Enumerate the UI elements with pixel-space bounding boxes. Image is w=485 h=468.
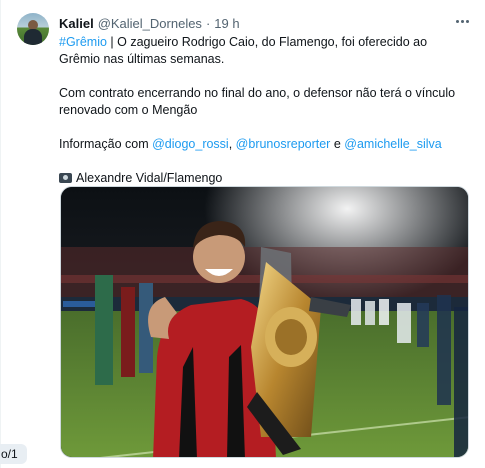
stadium-trophy-photo (61, 187, 468, 457)
side-page-indicator: o/1 (0, 444, 27, 464)
author-avatar[interactable] (17, 13, 49, 45)
camera-icon (59, 173, 72, 183)
tweet-paragraph-3: Informação com @diogo_rossi, @brunosrepo… (59, 136, 471, 153)
paragraph-3-comma: , (228, 137, 236, 151)
photo-credit-line: Alexandre Vidal/Flamengo (59, 170, 471, 187)
mention-amichelle-silva[interactable]: @amichelle_silva (344, 137, 441, 151)
tweet-paragraph-2: Com contrato encerrando no final do ano,… (59, 86, 456, 117)
tweet-card[interactable]: Kaliel @Kaliel_Dorneles · 19 h #Grêmio |… (0, 0, 485, 468)
paragraph-3-and: e (330, 137, 345, 151)
tweet-photo[interactable] (60, 186, 469, 458)
header-separator: · (205, 15, 211, 31)
author-handle[interactable]: @Kaliel_Dorneles (98, 16, 202, 31)
photo-credit: Alexandre Vidal/Flamengo (76, 171, 223, 185)
hashtag-gremio[interactable]: #Grêmio (59, 35, 107, 49)
more-options-icon[interactable] (453, 12, 471, 30)
paragraph-3-prefix: Informação com (59, 137, 153, 151)
avatar-body (24, 29, 42, 45)
author-name[interactable]: Kaliel (59, 16, 94, 31)
mention-diogo-rossi[interactable]: @diogo_rossi (152, 137, 229, 151)
tweet-paragraph-1: #Grêmio | O zagueiro Rodrigo Caio, do Fl… (59, 34, 471, 68)
mention-brunosreporter[interactable]: @brunosreporter (236, 137, 331, 151)
tweet-header: Kaliel @Kaliel_Dorneles · 19 h (59, 14, 240, 32)
tweet-timestamp[interactable]: 19 h (214, 16, 239, 31)
tweet-text: #Grêmio | O zagueiro Rodrigo Caio, do Fl… (59, 34, 471, 187)
paragraph-1-text: | O zagueiro Rodrigo Caio, do Flamengo, … (59, 35, 428, 66)
